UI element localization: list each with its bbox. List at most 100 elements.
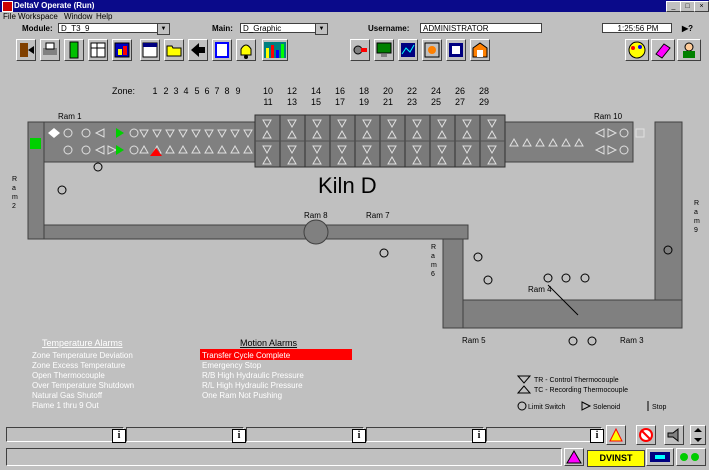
ram-label-char: 2 [12,203,16,210]
tags-icon[interactable] [350,39,370,61]
limit-switch-icon [57,185,67,195]
info-bar: Module: D_T3_9 ▼ Main: D_Graphic ▼ Usern… [0,22,709,35]
zone-number: 24 [431,86,441,96]
ram-label-char: m [12,194,18,201]
info-icon[interactable]: i [112,429,126,443]
ram2-label: Ram 2 [12,176,18,210]
info-icon[interactable]: i [352,429,366,443]
monitor-icon[interactable] [374,39,394,61]
temperature-alarm-list: Zone Temperature DeviationZone Excess Te… [32,351,134,410]
close-button[interactable]: × [694,1,709,12]
legend-tc: TC - Recording Thermocouple [534,387,628,394]
zone-number: 25 [431,97,441,107]
menu-file[interactable]: File [3,12,16,21]
zone-number: 17 [335,97,345,107]
ram-label-char: R [12,176,17,183]
zone-number: 20 [383,86,393,96]
motion-alarms-title: Motion Alarms [240,338,298,348]
ram5-label: Ram 5 [462,336,486,345]
clock: 1:25:56 PM [602,23,672,33]
module-dropdown-icon[interactable]: ▼ [157,23,170,35]
menu-help[interactable]: Help [96,12,112,21]
limit-switch-icon [379,248,389,258]
ram10-label: Ram 10 [594,112,623,121]
zone-number: 14 [311,86,321,96]
status-row: i i i i i [0,424,709,446]
zone-number: 1 [152,86,157,96]
tc-legend-icon [516,385,532,394]
zone-number: 15 [311,97,321,107]
eraser-icon[interactable] [651,39,675,61]
diagnostics-icon[interactable] [422,39,442,61]
user-icon[interactable] [677,39,701,61]
node-status-icon[interactable] [564,448,584,466]
menu-workspace[interactable]: Workspace [18,12,58,21]
zone-number: 29 [479,97,489,107]
exit-icon[interactable] [16,39,36,61]
zone-number: 27 [455,97,465,107]
help-icon[interactable]: ▶? [682,24,693,33]
back-arrow-icon[interactable] [188,39,208,61]
ram-label-char: 6 [431,271,435,278]
message-field [6,448,562,466]
window-title: DeltaV Operate (Run) [14,1,95,10]
ram9-label: Ram 9 [694,200,700,234]
info-icon[interactable]: i [472,429,486,443]
ram-label-char: R [694,200,699,207]
palette-icon[interactable] [625,39,649,61]
ram4-label: Ram 4 [528,285,552,294]
legend-tr: TR - Control Thermocouple [534,377,619,384]
scroll-arrow-icon[interactable] [690,425,706,445]
ram-label-char: a [431,253,435,260]
limit-switch-icon [93,162,103,172]
kiln-diagram: Zone: 1 2 3 4 5 6 7 8 9 10 12 14 16 18 20 22 24 26 28 11 13… [12,86,700,411]
menu-bar: File Workspace Window Help [0,12,709,22]
ram3-label: Ram 3 [620,336,644,345]
panel-icon[interactable] [64,39,84,61]
info-icon[interactable]: i [232,429,246,443]
status-field-2: i [126,427,246,443]
maximize-button[interactable]: □ [680,1,695,12]
window-icon[interactable] [140,39,160,61]
ram-label-char: a [12,185,16,192]
trend-chart-icon[interactable] [262,39,288,61]
silence-icon[interactable] [636,425,656,445]
frame-icon[interactable] [212,39,232,61]
zone-number: 7 [214,86,219,96]
horn-icon[interactable] [664,425,684,445]
module-field[interactable]: D_T3_9 [58,23,168,33]
network-icon[interactable] [646,448,674,466]
temperature-alarm-item: Over Temperature Shutdown [32,381,134,390]
display-icon[interactable] [112,39,132,61]
limit-switch-icon [568,336,578,346]
info-icon[interactable]: i [590,429,604,443]
zone-number: 19 [359,97,369,107]
middle-conveyor [27,224,469,240]
config-icon[interactable] [446,39,466,61]
ram6-label: Ram 6 [431,244,437,278]
minimize-button[interactable]: _ [666,1,681,12]
zone-number: 22 [407,86,417,96]
legend-stop: Stop [652,404,667,411]
menu-window[interactable]: Window [64,12,92,21]
solenoid-legend-icon [581,401,592,411]
main-field[interactable]: D_Graphic [240,23,326,33]
temperature-alarm-item: Natural Gas Shutoff [32,391,103,400]
zone-number: 9 [235,86,240,96]
plant-icon[interactable] [470,39,490,61]
acknowledge-icon[interactable] [606,425,626,445]
devices-icon[interactable] [676,448,706,466]
zone-number: 11 [263,97,272,107]
zone-number: 12 [287,86,297,96]
motion-alarm-item: R/B High Hydraulic Pressure [202,371,304,380]
open-folder-icon[interactable] [164,39,184,61]
table-icon[interactable] [88,39,108,61]
main-dropdown-icon[interactable]: ▼ [315,23,328,35]
ram8-label: Ram 8 [304,211,328,220]
motion-alarm-item: R/L High Hydraulic Pressure [202,381,303,390]
graphic-icon[interactable] [398,39,418,61]
print-icon[interactable] [40,39,60,61]
ram6-conveyor [442,238,464,329]
limit-switch-icon [483,275,493,285]
alarm-bell-icon[interactable] [236,39,256,61]
